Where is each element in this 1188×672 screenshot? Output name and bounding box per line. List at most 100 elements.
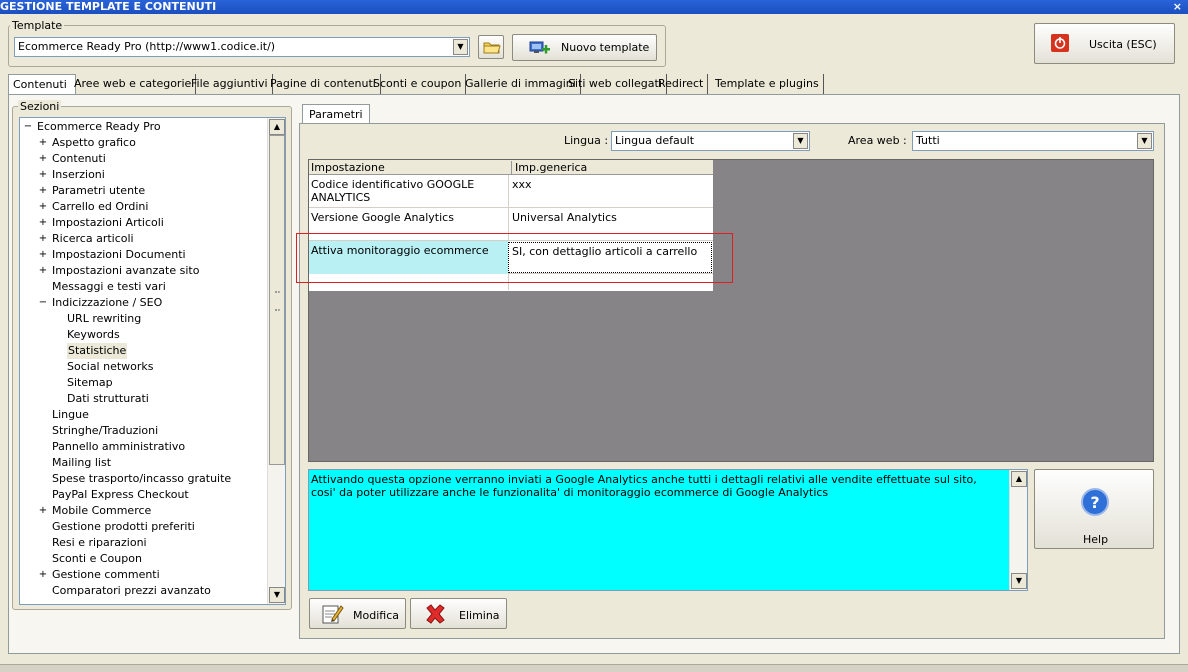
tree-item[interactable]: Inserzioni — [52, 167, 105, 183]
scroll-up-button[interactable]: ▲ — [1011, 471, 1027, 487]
tab-siti-collegati[interactable]: Siti web collegati — [564, 74, 667, 94]
modify-label: Modifica — [353, 609, 399, 622]
exit-label: Uscita (ESC) — [1089, 38, 1157, 51]
tree-expander[interactable]: + — [38, 231, 48, 247]
lingua-select-value: Lingua default — [615, 134, 695, 147]
tab-aree-web[interactable]: Aree web e categorie — [70, 74, 197, 94]
tree-item[interactable]: Gestione prodotti preferiti — [52, 519, 195, 535]
tree-expander[interactable]: + — [38, 503, 48, 519]
tab-template-plugins[interactable]: Template e plugins — [711, 74, 824, 94]
edit-icon — [322, 605, 344, 624]
sections-tree[interactable]: − Ecommerce Ready Pro + Aspetto grafico + C… — [19, 117, 286, 605]
grid-row[interactable]: Codice identificativo GOOGLE ANALYTICS x… — [309, 175, 713, 208]
tree-root[interactable]: Ecommerce Ready Pro — [37, 119, 161, 135]
grid-cell-name: Codice identificativo GOOGLE ANALYTICS — [311, 178, 475, 204]
scroll-up-button[interactable]: ▲ — [269, 119, 285, 135]
tree-item[interactable]: Spese trasporto/incasso gratuite — [52, 471, 231, 487]
tree-item[interactable]: Impostazioni avanzate sito — [52, 263, 199, 279]
tab-sconti-coupon[interactable]: Sconti e coupon — [369, 74, 467, 94]
grid-cell-value[interactable]: xxx — [508, 175, 713, 208]
chevron-down-icon[interactable]: ▼ — [793, 133, 808, 149]
template-select[interactable]: Ecommerce Ready Pro (http://www1.codice.… — [14, 37, 470, 57]
grid-cell-name: Versione Google Analytics — [311, 211, 454, 224]
tab-pagine-contenuti[interactable]: Pagine di contenuti — [266, 74, 381, 94]
description-scrollbar[interactable]: ▲ ▼ — [1009, 470, 1027, 590]
tree-item[interactable]: Indicizzazione / SEO — [52, 295, 162, 311]
tree-root-expander[interactable]: − — [23, 119, 33, 135]
tree-item[interactable]: Lingue — [52, 407, 89, 423]
window-titlebar: GESTIONE TEMPLATE E CONTENUTI × — [0, 0, 1188, 14]
tree-item[interactable]: Dati strutturati — [67, 391, 149, 407]
exit-button[interactable]: Uscita (ESC) — [1034, 23, 1175, 64]
tree-expander[interactable]: + — [38, 183, 48, 199]
tree-item[interactable]: Comparatori prezzi avanzato — [52, 583, 211, 599]
tab-file-aggiuntivi[interactable]: File aggiuntivi — [187, 74, 273, 94]
open-folder-button[interactable] — [478, 35, 504, 59]
tree-item[interactable]: Mailing list — [52, 455, 111, 471]
tree-item[interactable]: Impostazioni Documenti — [52, 247, 186, 263]
tree-expander[interactable]: − — [38, 295, 48, 311]
delete-label: Elimina — [459, 609, 500, 622]
tree-item[interactable]: Sconti e Coupon — [52, 551, 142, 567]
chevron-down-icon[interactable]: ▼ — [453, 39, 468, 55]
scroll-down-button[interactable]: ▼ — [1011, 573, 1027, 589]
area-web-select-value: Tutti — [916, 134, 940, 147]
tree-item[interactable]: Messaggi e testi vari — [52, 279, 166, 295]
tree-expander[interactable]: + — [38, 247, 48, 263]
svg-text:?: ? — [1090, 493, 1099, 512]
tree-expander[interactable]: + — [38, 215, 48, 231]
tree-expander[interactable]: + — [38, 135, 48, 151]
tab-gallerie[interactable]: Gallerie di immagini — [461, 74, 581, 94]
chevron-down-icon[interactable]: ▼ — [1137, 133, 1152, 149]
new-template-label: Nuovo template — [561, 41, 650, 54]
status-strip — [0, 664, 1188, 672]
tree-item[interactable]: Impostazioni Articoli — [52, 215, 164, 231]
tree-item[interactable]: Pannello amministrativo — [52, 439, 185, 455]
tree-item[interactable]: Stringhe/Traduzioni — [52, 423, 158, 439]
tree-item[interactable]: Ricerca articoli — [52, 231, 134, 247]
description-box: Attivando questa opzione verranno inviat… — [308, 469, 1028, 591]
grid-col-impostazione: Impostazione — [311, 161, 385, 174]
new-template-button[interactable]: Nuovo template — [512, 34, 657, 61]
template-select-value: Ecommerce Ready Pro (http://www1.codice.… — [18, 40, 276, 53]
tab-parametri[interactable]: Parametri — [302, 104, 370, 124]
power-icon — [1051, 34, 1069, 52]
tree-item[interactable]: PayPal Express Checkout — [52, 487, 189, 503]
tree-expander[interactable]: + — [38, 263, 48, 279]
description-text: Attivando questa opzione verranno inviat… — [311, 473, 977, 499]
tab-contenuti[interactable]: Contenuti — [8, 74, 76, 95]
tree-expander[interactable]: + — [38, 199, 48, 215]
tab-redirect[interactable]: Redirect — [654, 74, 709, 94]
tree-item[interactable]: Resi e riparazioni — [52, 535, 147, 551]
tree-item[interactable]: Keywords — [67, 327, 120, 343]
close-icon[interactable]: × — [1173, 0, 1182, 13]
tree-expander[interactable]: + — [38, 567, 48, 583]
help-icon: ? — [1081, 488, 1109, 516]
delete-button[interactable]: Elimina — [410, 598, 507, 629]
tree-item[interactable]: Aspetto grafico — [52, 135, 136, 151]
tree-expander[interactable]: + — [38, 167, 48, 183]
highlight-box — [296, 233, 733, 283]
main-tabs: Contenuti Aree web e categorie File aggi… — [8, 74, 1180, 95]
tree-item[interactable]: Mobile Commerce — [52, 503, 151, 519]
area-web-select[interactable]: Tutti ▼ — [912, 131, 1154, 151]
tree-item[interactable]: URL rewriting — [67, 311, 141, 327]
tree-expander[interactable]: + — [38, 151, 48, 167]
tree-item[interactable]: Carrello ed Ordini — [52, 199, 148, 215]
window-title: GESTIONE TEMPLATE E CONTENUTI — [0, 0, 217, 13]
tree-item[interactable]: Parametri utente — [52, 183, 145, 199]
tree-item[interactable]: Social networks — [67, 359, 154, 375]
scroll-down-button[interactable]: ▼ — [269, 587, 285, 603]
tree-item-selected[interactable]: Statistiche — [67, 343, 128, 359]
area-web-label: Area web : — [848, 134, 907, 147]
tree-item[interactable]: Gestione commenti — [52, 567, 160, 583]
modify-button[interactable]: Modifica — [309, 598, 406, 629]
tree-item[interactable]: Sitemap — [67, 375, 113, 391]
sections-group-label: Sezioni — [18, 100, 62, 113]
lingua-select[interactable]: Lingua default ▼ — [611, 131, 810, 151]
scroll-thumb[interactable] — [269, 135, 285, 465]
tree-scrollbar[interactable]: ▲ ▼ — [267, 118, 285, 604]
help-button[interactable]: ? Help — [1034, 469, 1154, 549]
tree-item[interactable]: Contenuti — [52, 151, 106, 167]
lingua-label: Lingua : — [564, 134, 609, 147]
